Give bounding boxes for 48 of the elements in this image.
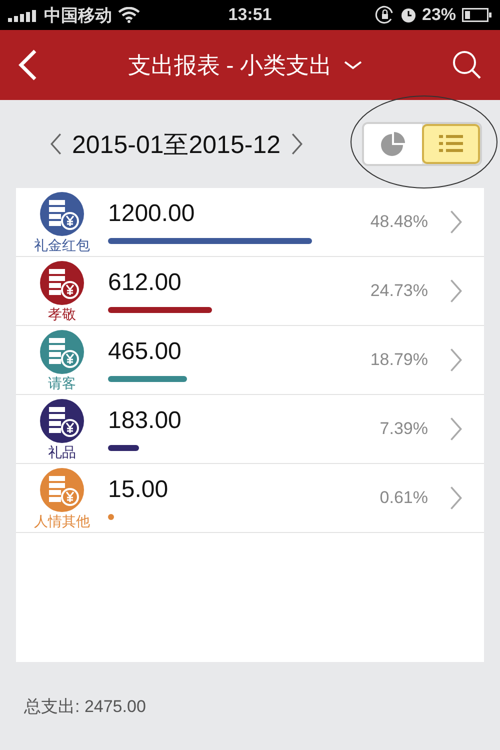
coin-stack-icon — [39, 398, 85, 444]
signal-icon — [8, 8, 38, 22]
caret-icon — [344, 60, 362, 70]
row-detail-button[interactable] — [450, 347, 462, 373]
pie-chart-icon — [380, 131, 406, 157]
category-name: 请客 — [48, 375, 76, 391]
percent-value: 7.39% — [380, 419, 428, 439]
row-detail-button[interactable] — [450, 278, 462, 304]
amount-value: 1200.00 — [108, 200, 196, 228]
coin-stack-icon — [39, 467, 85, 513]
category-name: 人情其他 — [34, 513, 90, 529]
amount-value: 183.00 — [108, 407, 182, 435]
category-name: 礼品 — [48, 444, 76, 460]
carrier-name: 中国移动 — [44, 4, 112, 26]
chevron-right-icon — [450, 347, 462, 373]
amount-value: 465.00 — [108, 338, 182, 366]
amount-value: 15.00 — [108, 476, 170, 504]
chevron-right-icon — [450, 416, 462, 442]
pie-view-tab[interactable] — [364, 124, 422, 164]
chevron-right-icon — [450, 209, 462, 235]
row-detail-button[interactable] — [450, 416, 462, 442]
percent-value: 0.61% — [380, 488, 428, 508]
chevron-left-icon — [50, 133, 62, 155]
wifi-icon — [118, 7, 140, 23]
category-name: 孝敬 — [48, 306, 76, 322]
percent-value: 48.48% — [370, 212, 428, 232]
rotation-lock-icon — [374, 5, 395, 25]
chevron-right-icon — [450, 278, 462, 304]
total-expense: 总支出: 2475.00 — [24, 696, 146, 718]
row-detail-button[interactable] — [450, 485, 462, 511]
percent-value: 24.73% — [370, 281, 428, 301]
clock-time: 13:51 — [228, 5, 272, 25]
chevron-right-icon — [450, 485, 462, 511]
coin-stack-icon — [39, 260, 85, 306]
battery-icon — [462, 8, 492, 22]
alarm-clock-icon — [400, 8, 416, 22]
percent-value: 18.79% — [370, 350, 428, 370]
coin-stack-icon — [39, 191, 85, 237]
amount-value: 612.00 — [108, 269, 182, 297]
battery-percent: 23% — [422, 5, 456, 25]
date-range: 2015-01至2015-12 — [72, 130, 280, 160]
list-icon — [439, 133, 463, 155]
list-view-tab[interactable] — [422, 124, 480, 164]
chevron-right-icon — [290, 133, 302, 155]
row-detail-button[interactable] — [450, 209, 462, 235]
category-name: 礼金红包 — [34, 237, 90, 253]
search-icon — [452, 50, 482, 80]
coin-stack-icon — [39, 329, 85, 375]
